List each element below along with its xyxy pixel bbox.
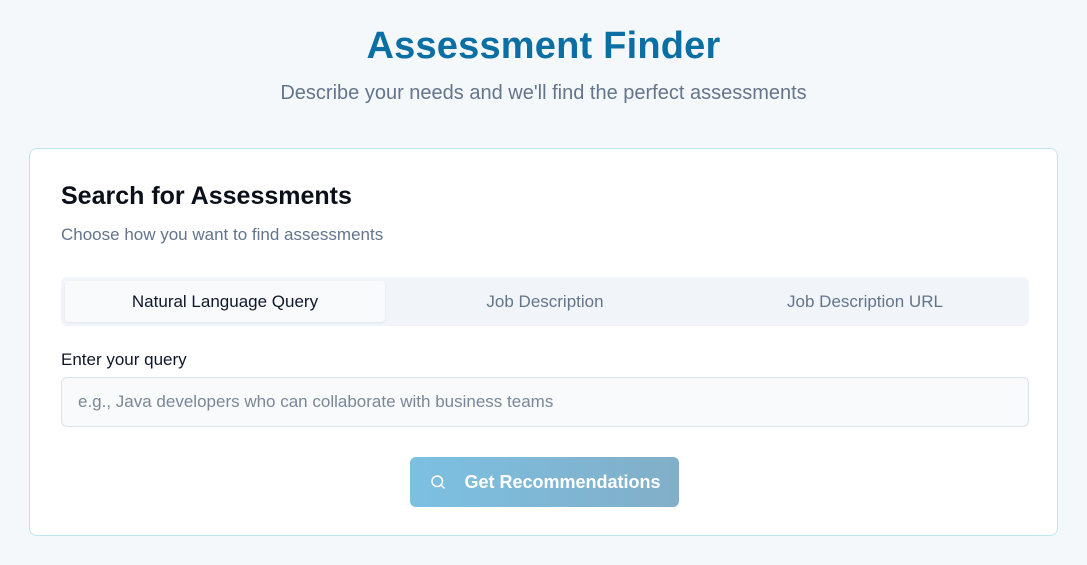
tab-job-description[interactable]: Job Description [385, 281, 705, 322]
search-mode-tabs: Natural Language Query Job Description J… [61, 277, 1029, 326]
get-recommendations-label: Get Recommendations [464, 471, 661, 492]
get-recommendations-button[interactable]: Get Recommendations [410, 457, 679, 507]
query-label: Enter your query [61, 350, 187, 369]
tab-job-description-url[interactable]: Job Description URL [705, 281, 1025, 322]
search-card: Search for Assessments Choose how you wa… [29, 148, 1058, 536]
page-title: Assessment Finder [366, 25, 721, 67]
page-subtitle: Describe your needs and we'll find the p… [280, 82, 807, 104]
tab-natural-language-query[interactable]: Natural Language Query [65, 281, 385, 322]
query-input[interactable] [61, 377, 1029, 427]
card-title: Search for Assessments [61, 182, 352, 210]
search-icon [428, 472, 448, 492]
card-description: Choose how you want to find assessments [61, 225, 384, 244]
